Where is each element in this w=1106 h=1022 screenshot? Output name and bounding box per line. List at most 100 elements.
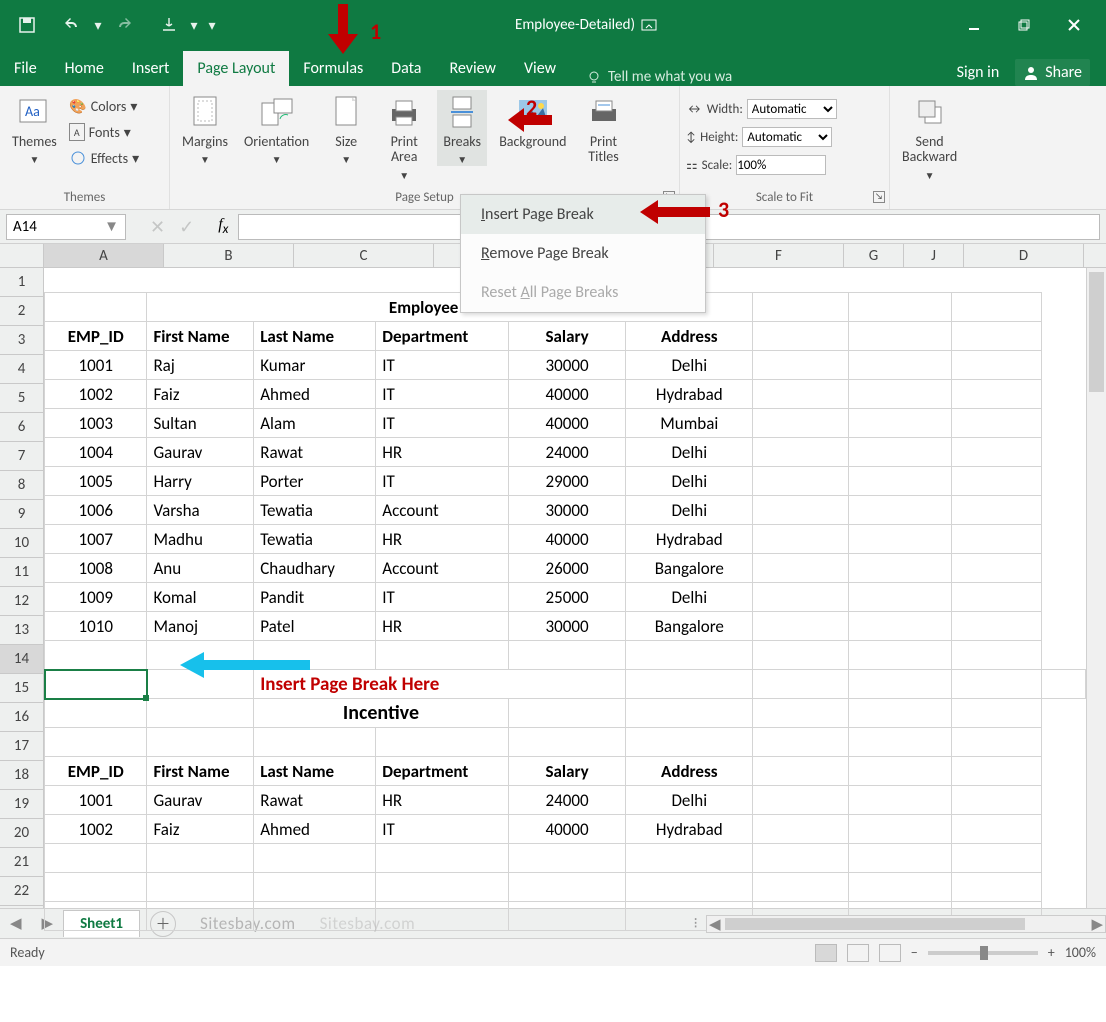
- cell[interactable]: 1002: [45, 815, 147, 844]
- cell[interactable]: [254, 873, 376, 902]
- cell[interactable]: [376, 728, 508, 757]
- close-button[interactable]: [1054, 10, 1094, 40]
- col-header-G[interactable]: G: [844, 244, 904, 267]
- cell[interactable]: [849, 612, 952, 641]
- cell[interactable]: [952, 322, 1042, 351]
- cell[interactable]: Madhu: [147, 525, 254, 554]
- tab-view[interactable]: View: [510, 51, 570, 86]
- cell[interactable]: First Name: [147, 322, 254, 351]
- cell[interactable]: [753, 612, 849, 641]
- cell[interactable]: [849, 496, 952, 525]
- cell[interactable]: [849, 641, 952, 670]
- scale-input[interactable]: [736, 155, 826, 175]
- cell[interactable]: [508, 699, 626, 728]
- cell[interactable]: [508, 873, 626, 902]
- cell[interactable]: 1004: [45, 438, 147, 467]
- col-header-D[interactable]: D: [964, 244, 1084, 267]
- cell[interactable]: [952, 728, 1042, 757]
- cell[interactable]: Salary: [508, 322, 626, 351]
- cell[interactable]: [753, 409, 849, 438]
- cell[interactable]: [45, 293, 147, 322]
- cell[interactable]: [147, 844, 254, 873]
- cell[interactable]: [753, 583, 849, 612]
- cell[interactable]: [45, 873, 147, 902]
- sign-in-button[interactable]: Sign in: [957, 63, 1000, 82]
- cell[interactable]: 1003: [45, 409, 147, 438]
- share-button[interactable]: Share: [1015, 59, 1090, 86]
- qat-customize-icon[interactable]: ▾: [206, 12, 218, 38]
- tab-insert[interactable]: Insert: [118, 51, 184, 86]
- row-header-4[interactable]: 4: [0, 355, 43, 384]
- cell[interactable]: [45, 728, 147, 757]
- col-header-B[interactable]: B: [164, 244, 294, 267]
- cell[interactable]: [508, 641, 626, 670]
- cell[interactable]: [254, 844, 376, 873]
- cell[interactable]: [952, 496, 1042, 525]
- breaks-button[interactable]: Breaks▼: [437, 90, 487, 166]
- tab-data[interactable]: Data: [377, 51, 435, 86]
- col-header-F[interactable]: F: [714, 244, 844, 267]
- cell[interactable]: [147, 728, 254, 757]
- row-header-19[interactable]: 19: [0, 790, 43, 819]
- width-select[interactable]: Automatic: [747, 99, 837, 119]
- row-header-1[interactable]: 1: [0, 268, 43, 297]
- row-header-13[interactable]: 13: [0, 616, 43, 645]
- cell[interactable]: [849, 583, 952, 612]
- cell[interactable]: [753, 815, 849, 844]
- scale-launcher-icon[interactable]: ↘: [873, 191, 885, 203]
- cell[interactable]: [952, 612, 1042, 641]
- cell[interactable]: [849, 844, 952, 873]
- cell[interactable]: [45, 699, 147, 728]
- cell[interactable]: EMP_ID: [45, 757, 147, 786]
- tab-formulas[interactable]: Formulas: [289, 51, 377, 86]
- undo-icon[interactable]: [60, 12, 86, 38]
- cell[interactable]: Address: [626, 757, 753, 786]
- menu-remove-page-break[interactable]: Remove Page Break: [461, 234, 705, 273]
- cell[interactable]: Gaurav: [147, 786, 254, 815]
- minimize-button[interactable]: [954, 10, 994, 40]
- cell[interactable]: [849, 525, 952, 554]
- cell[interactable]: [952, 641, 1042, 670]
- cell[interactable]: [849, 873, 952, 902]
- cell[interactable]: [952, 786, 1042, 815]
- accept-formula-icon[interactable]: ✓: [179, 216, 194, 238]
- effects-button[interactable]: Effects ▾: [69, 146, 139, 170]
- cell[interactable]: Account: [376, 554, 508, 583]
- cell[interactable]: 29000: [508, 467, 626, 496]
- cell[interactable]: [753, 293, 849, 322]
- cell[interactable]: [753, 786, 849, 815]
- print-titles-button[interactable]: Print Titles: [579, 90, 629, 165]
- cell[interactable]: [753, 351, 849, 380]
- zoom-slider[interactable]: [928, 951, 1038, 955]
- row-header-18[interactable]: 18: [0, 761, 43, 790]
- cell[interactable]: [753, 873, 849, 902]
- cell[interactable]: [849, 380, 952, 409]
- horizontal-scrollbar[interactable]: ◀ ▶: [706, 915, 1106, 933]
- cell[interactable]: IT: [376, 380, 508, 409]
- cell[interactable]: [849, 815, 952, 844]
- row-header-5[interactable]: 5: [0, 384, 43, 413]
- cell[interactable]: [508, 728, 626, 757]
- cell[interactable]: 24000: [508, 786, 626, 815]
- cell[interactable]: IT: [376, 409, 508, 438]
- cell[interactable]: [849, 699, 952, 728]
- cell[interactable]: Ahmed: [254, 815, 376, 844]
- cell[interactable]: EMP_ID: [45, 322, 147, 351]
- cell[interactable]: 26000: [508, 554, 626, 583]
- row-header-6[interactable]: 6: [0, 413, 43, 442]
- colors-button[interactable]: 🎨Colors ▾: [69, 94, 139, 118]
- tab-home[interactable]: Home: [51, 51, 118, 86]
- vertical-scrollbar[interactable]: [1086, 268, 1106, 908]
- cell[interactable]: First Name: [147, 757, 254, 786]
- cell[interactable]: [849, 293, 952, 322]
- cell[interactable]: Alam: [254, 409, 376, 438]
- row-header-14[interactable]: 14: [0, 645, 43, 674]
- col-header-A[interactable]: A: [44, 244, 164, 267]
- cell[interactable]: [376, 873, 508, 902]
- cell[interactable]: [626, 641, 753, 670]
- cell[interactable]: 25000: [508, 583, 626, 612]
- row-header-3[interactable]: 3: [0, 326, 43, 355]
- row-header-8[interactable]: 8: [0, 471, 43, 500]
- row-header-15[interactable]: 15: [0, 674, 43, 703]
- cell[interactable]: IT: [376, 815, 508, 844]
